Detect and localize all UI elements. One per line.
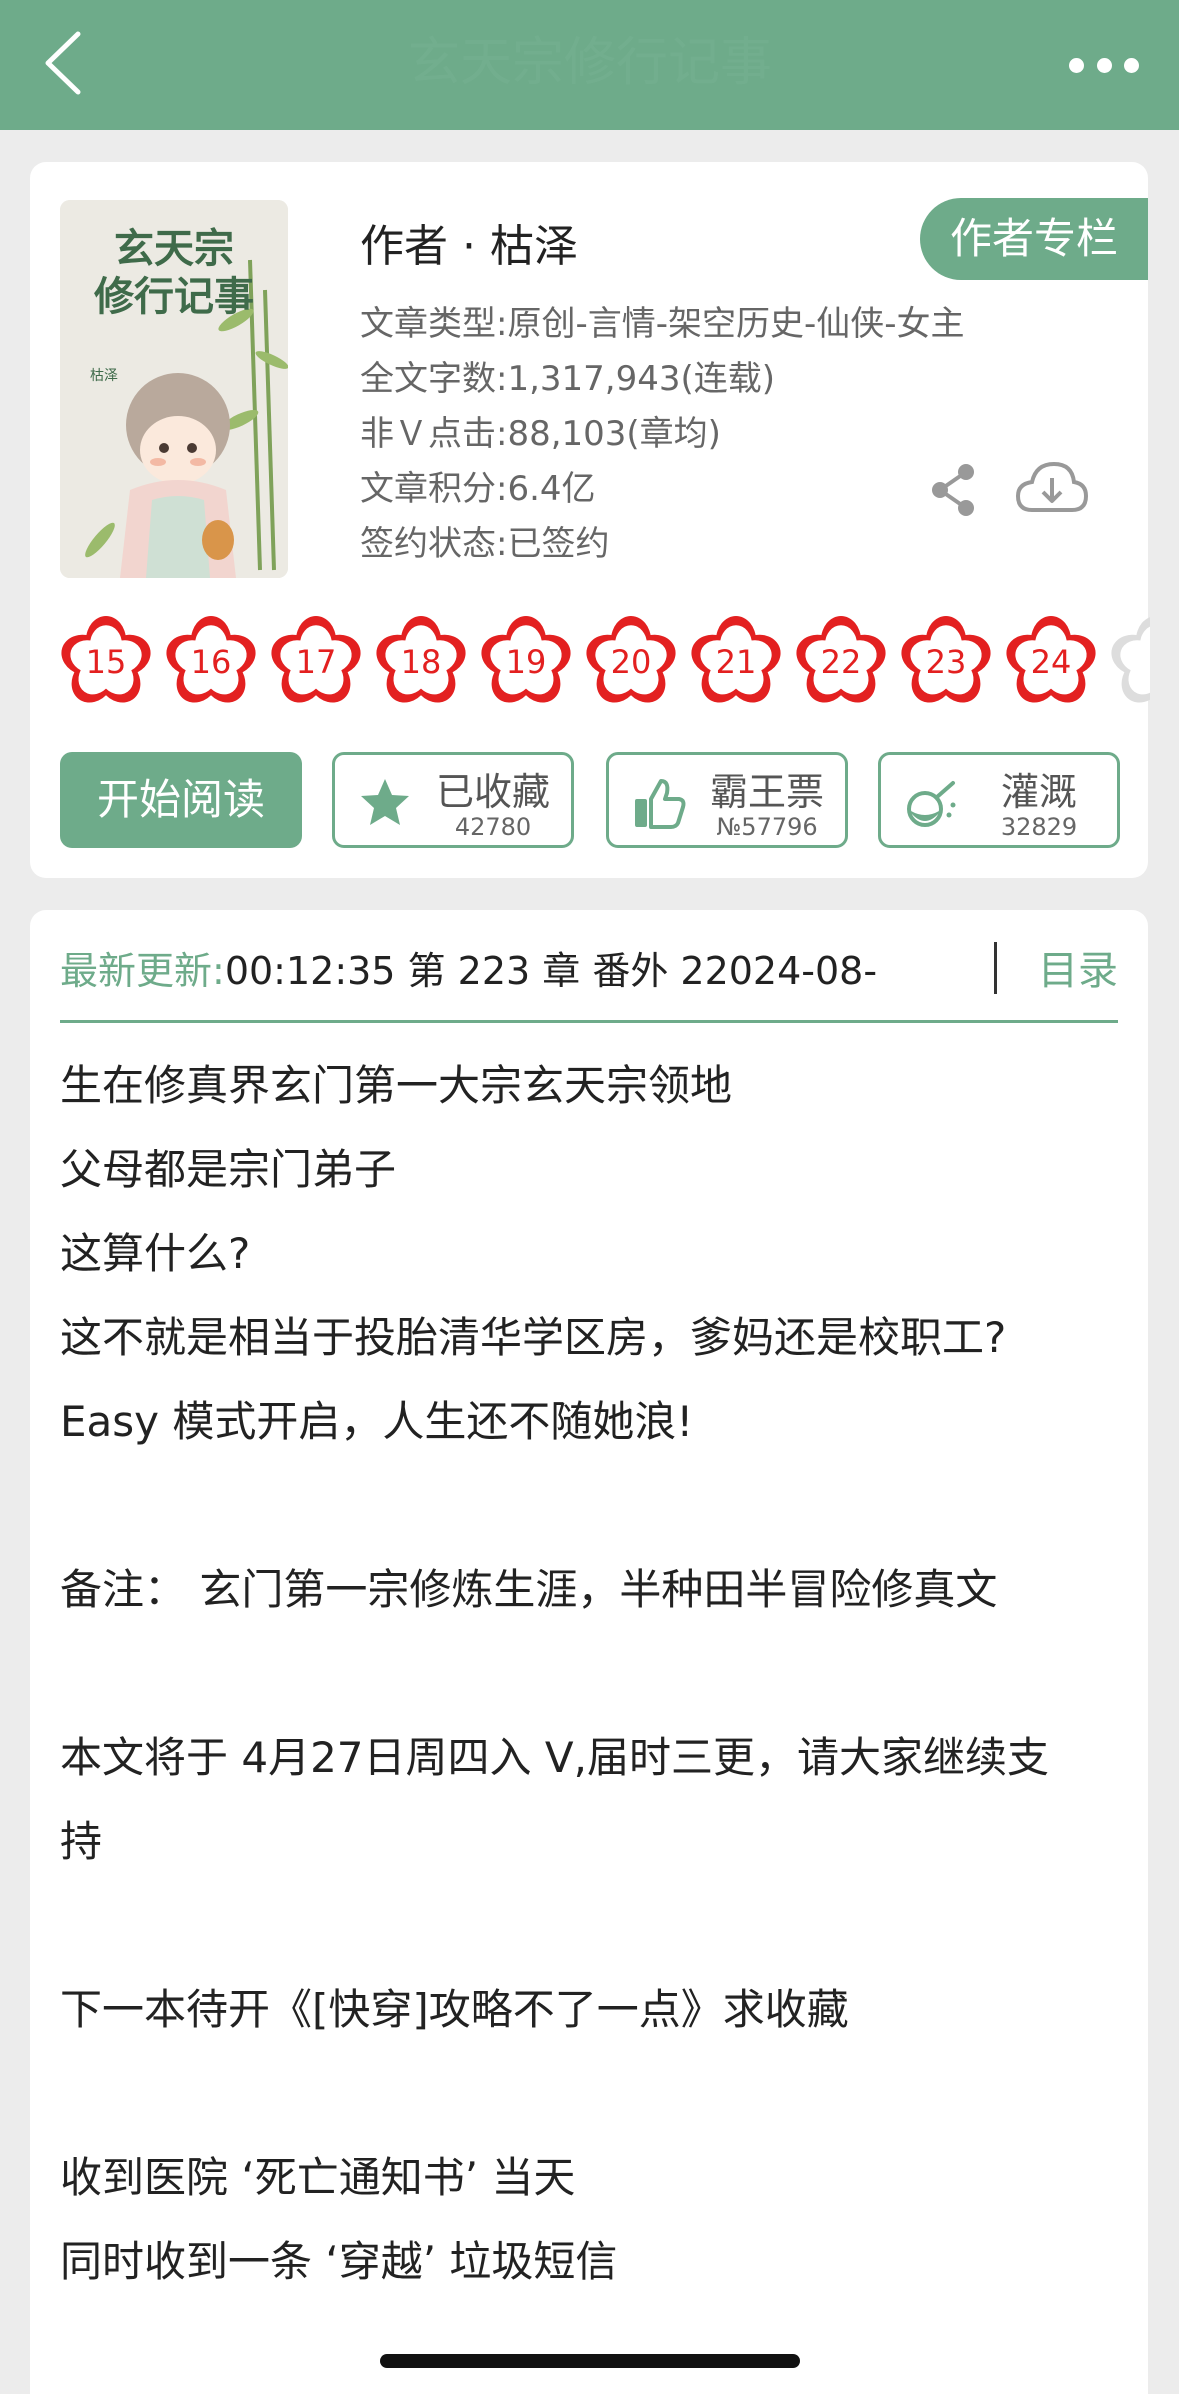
nutrient-button[interactable]: 灌溉 32829: [878, 752, 1120, 848]
flask-icon: [907, 781, 956, 827]
flower-number: 21: [715, 643, 757, 681]
cover-title: 玄天宗: [114, 225, 234, 272]
synopsis-line: 这算什么?: [60, 1229, 251, 1278]
nutrient-label: 灌溉: [1000, 770, 1077, 814]
synopsis-line: 持: [60, 1817, 103, 1866]
book-info-card: 玄天宗 修行记事 枯泽 作者 · 枯泽 作者专栏 文章类型:原创-言情-架空历史…: [30, 162, 1150, 878]
synopsis-line: 下一本待开《[快穿]攻略不了一点》求收藏: [60, 1985, 849, 2034]
flower-number: 23: [925, 643, 967, 681]
flower-badge[interactable]: 19: [478, 614, 574, 710]
meta-clicks: 非Ｖ点击:88,103(章均): [360, 414, 721, 454]
flower-badge[interactable]: 15: [58, 614, 154, 710]
flower-badge[interactable]: 17: [268, 614, 364, 710]
book-description-card: 最新更新:00:12:35 第 223 章 番外 22024-08- 目录 生在…: [30, 910, 1148, 2394]
flower-number: 20: [610, 643, 652, 681]
latest-update-label: 最新更新:: [60, 949, 225, 993]
book-synopsis: 生在修真界玄门第一大宗玄天宗领地 父母都是宗门弟子 这算什么? 这不就是相当于投胎清华…: [60, 1044, 1130, 2304]
flower-number: 22: [820, 643, 862, 681]
thumbs-up-icon: [635, 779, 686, 829]
cloud-download-icon[interactable]: [1014, 458, 1090, 520]
author-column-button[interactable]: 作者专栏: [920, 198, 1148, 280]
latest-update-text: 00:12:35 第 223 章 番外 22024-08-: [224, 949, 878, 993]
favorite-count: 42780: [454, 813, 532, 841]
flower-badge[interactable]: 22: [793, 614, 889, 710]
page-title: 玄天宗修行记事: [407, 33, 772, 93]
synopsis-line: 收到医院 ‘死亡通知书’ 当天: [60, 2153, 576, 2202]
share-icon[interactable]: [926, 462, 982, 518]
synopsis-line: 父母都是宗门弟子: [60, 1145, 397, 1194]
synopsis-line: 本文将于 4月27日周四入 V,届时三更，请大家继续支: [60, 1733, 1049, 1782]
flower-number: 16: [190, 643, 232, 681]
flower-number: 18: [400, 643, 442, 681]
synopsis-line: [60, 1884, 1130, 1968]
vote-ticket-button[interactable]: 霸王票 №57796: [606, 752, 848, 848]
flower-number: 19: [505, 643, 547, 681]
vote-count: №57796: [716, 813, 818, 841]
top-nav-bar: 玄天宗修行记事: [0, 0, 1179, 130]
chevron-left-icon: [45, 31, 81, 95]
cover-author: 枯泽: [90, 368, 118, 384]
flower-badge[interactable]: 21: [688, 614, 784, 710]
meta-genre: 文章类型:原创-言情-架空历史-仙侠-女主: [360, 304, 965, 344]
flower-number: 15: [85, 643, 127, 681]
svg-text:修行记事: 修行记事: [94, 273, 254, 320]
flower-badge-partial: [1108, 614, 1150, 710]
star-icon: [361, 779, 409, 825]
start-reading-button[interactable]: 开始阅读: [60, 752, 302, 848]
meta-word-count: 全文字数:1,317,943(连载): [360, 359, 776, 399]
flower-badge[interactable]: 20: [583, 614, 679, 710]
separator: [994, 942, 997, 994]
divider: [60, 1020, 1118, 1023]
synopsis-line: [60, 1464, 1130, 1548]
synopsis-line: 同时收到一条 ‘穿越’ 垃圾短信: [60, 2237, 618, 2286]
more-options-button[interactable]: [1069, 40, 1139, 90]
flower-badge[interactable]: 23: [898, 614, 994, 710]
book-cover[interactable]: 玄天宗 修行记事 枯泽: [60, 200, 288, 578]
flower-badge[interactable]: 24: [1003, 614, 1099, 710]
synopsis-line: Easy 模式开启，人生还不随她浪!: [60, 1397, 694, 1446]
vote-label: 霸王票: [709, 770, 824, 814]
back-button[interactable]: [40, 28, 100, 98]
meta-sign-status: 签约状态:已签约: [360, 524, 610, 564]
favorite-label: 已收藏: [435, 770, 550, 814]
nutrient-count: 32829: [1000, 813, 1078, 841]
table-of-contents-link[interactable]: 目录: [1038, 936, 1118, 1006]
synopsis-line: 备注： 玄门第一宗修炼生涯，半种田半冒险修真文: [60, 1565, 998, 1614]
synopsis-line: [60, 2052, 1130, 2136]
flower-number: 24: [1030, 643, 1072, 681]
synopsis-line: 生在修真界玄门第一大宗玄天宗领地: [60, 1061, 733, 1110]
flower-badge[interactable]: 16: [163, 614, 259, 710]
flower-badge-row: 15 16 17 18 19 20 21 22 23 24: [58, 614, 1150, 710]
meta-score: 文章积分:6.4亿: [360, 469, 596, 509]
home-indicator[interactable]: [380, 2354, 800, 2368]
more-horizontal-icon: [1069, 57, 1084, 73]
favorite-button[interactable]: 已收藏 42780: [332, 752, 574, 848]
flower-badge[interactable]: 18: [373, 614, 469, 710]
synopsis-line: 这不就是相当于投胎清华学区房，爹妈还是校职工?: [60, 1313, 1007, 1362]
latest-update-row[interactable]: 最新更新:00:12:35 第 223 章 番外 22024-08-: [60, 936, 1118, 1006]
flower-number: 17: [295, 643, 337, 681]
synopsis-line: [60, 1632, 1130, 1716]
author-name[interactable]: 作者 · 枯泽: [360, 210, 578, 274]
